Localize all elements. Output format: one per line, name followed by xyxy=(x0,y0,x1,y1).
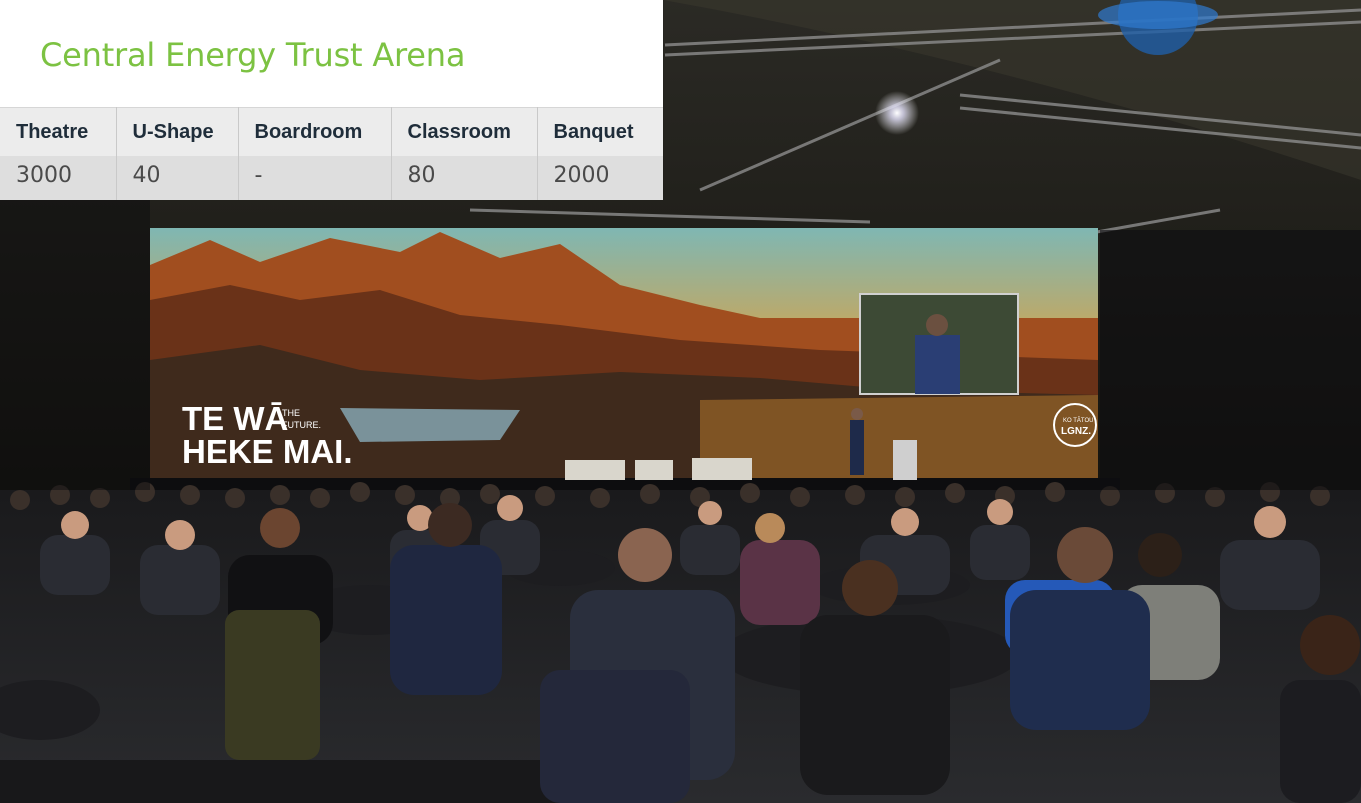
screen-headline-line1: TE WĀ xyxy=(182,400,288,437)
screen-headline-line2: HEKE MAI. xyxy=(182,433,353,470)
stage-screen: TE WĀ THE FUTURE. HEKE MAI. KO TĀTOU LGN… xyxy=(150,228,1098,478)
svg-text:KO TĀTOU: KO TĀTOU xyxy=(1063,417,1093,424)
screen-headline-tag1: THE xyxy=(282,408,300,418)
capacity-value-classroom: 80 xyxy=(391,156,538,200)
capacity-header-theatre: Theatre xyxy=(0,107,117,156)
capacity-header-boardroom: Boardroom xyxy=(238,107,392,156)
venue-info-panel: Central Energy Trust Arena Theatre U-Sha… xyxy=(0,0,663,200)
capacity-header-banquet: Banquet xyxy=(537,107,663,156)
capacity-value-row: 3000 40 - 80 2000 xyxy=(0,156,663,200)
svg-text:LGNZ.: LGNZ. xyxy=(1061,426,1091,437)
capacity-value-theatre: 3000 xyxy=(0,156,117,200)
capacity-value-banquet: 2000 xyxy=(537,156,663,200)
capacity-header-row: Theatre U-Shape Boardroom Classroom Banq… xyxy=(0,107,663,156)
screen-headline-tag2: FUTURE. xyxy=(282,420,321,430)
capacity-header-u-shape: U-Shape xyxy=(116,107,239,156)
capacity-header-classroom: Classroom xyxy=(391,107,538,156)
capacity-value-boardroom: - xyxy=(238,156,392,200)
venue-title: Central Energy Trust Arena xyxy=(40,36,466,74)
capacity-table: Theatre U-Shape Boardroom Classroom Banq… xyxy=(0,107,663,200)
capacity-value-u-shape: 40 xyxy=(116,156,239,200)
